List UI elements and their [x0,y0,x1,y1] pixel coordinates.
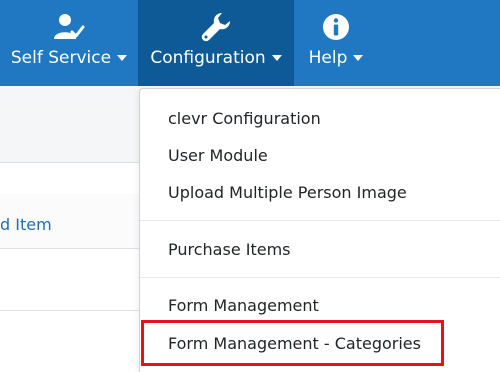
menu-divider [140,220,500,221]
info-circle-icon [319,12,353,42]
menu-item-purchase-items[interactable]: Purchase Items [168,240,291,259]
nav-help[interactable]: Help [294,0,378,86]
highlight-box [141,320,444,366]
nav-help-label: Help [308,48,348,68]
row-link[interactable]: d Item [0,215,52,234]
caret-down-icon [353,55,364,61]
menu-item-form-management[interactable]: Form Management [168,296,319,315]
menu-item-upload-multiple-person-image[interactable]: Upload Multiple Person Image [168,183,407,202]
nav-configuration[interactable]: Configuration [138,0,294,86]
user-check-icon [52,12,86,42]
nav-self-service[interactable]: Self Service [0,0,138,86]
menu-item-user-module[interactable]: User Module [168,146,268,165]
wrench-icon [199,12,233,42]
nav-self-service-label: Self Service [10,48,112,68]
top-navbar: Self Service Configuration Help [0,0,500,86]
caret-down-icon [271,55,282,61]
caret-down-icon [117,55,128,61]
menu-item-clevr-configuration[interactable]: clevr Configuration [168,109,321,128]
nav-configuration-label: Configuration [150,48,266,68]
menu-divider [140,277,500,278]
